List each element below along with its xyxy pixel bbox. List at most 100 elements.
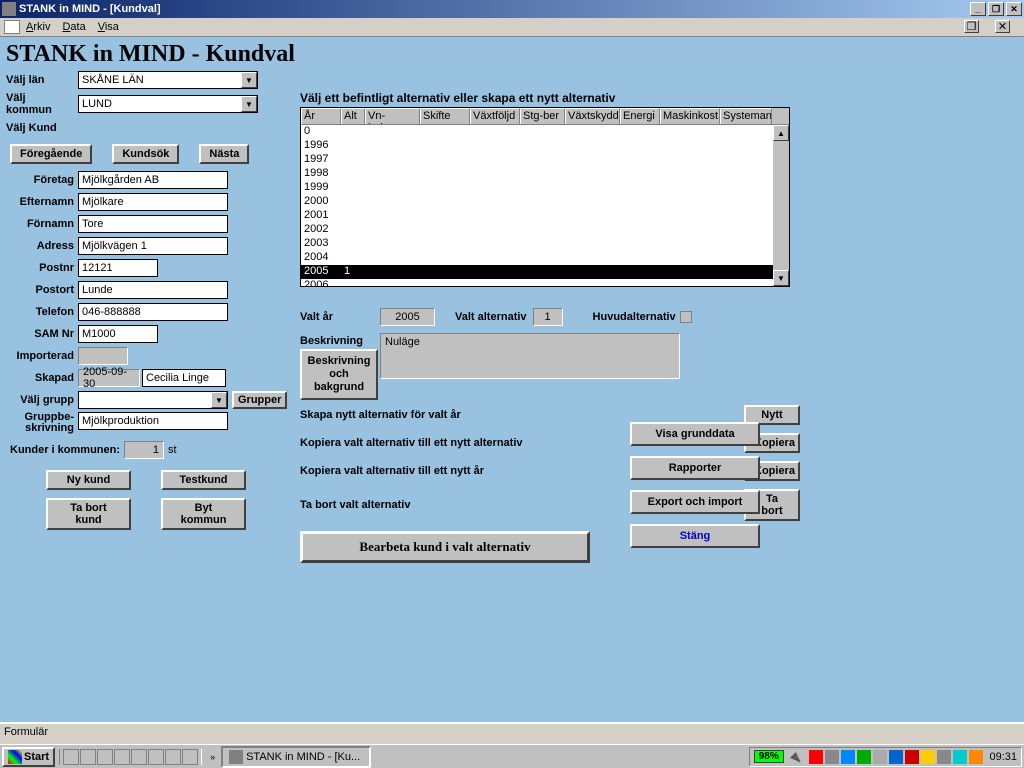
close-button[interactable]: ✕	[1006, 2, 1022, 16]
testkund-button[interactable]: Testkund	[161, 470, 246, 490]
menu-arkiv[interactable]: Arkiv	[26, 21, 50, 33]
table-row[interactable]: 2006	[301, 279, 773, 286]
lan-combo[interactable]: SKÅNE LÄN ▼	[78, 71, 258, 89]
ql-icon[interactable]	[148, 749, 164, 765]
mdi-restore-button[interactable]: ❐	[964, 20, 979, 33]
grid-scrollbar[interactable]: ▲▼	[773, 125, 789, 286]
table-row[interactable]: 0	[301, 125, 773, 139]
byt-kommun-button[interactable]: Byt kommun	[161, 498, 246, 530]
lan-value: SKÅNE LÄN	[79, 73, 241, 87]
visa-grunddata-button[interactable]: Visa grunddata	[630, 422, 760, 446]
export-import-button[interactable]: Export och import	[630, 490, 760, 514]
tray-icon[interactable]	[873, 750, 887, 764]
lan-label: Välj län	[6, 74, 78, 86]
chevron-down-icon[interactable]: ▼	[241, 72, 257, 88]
valt-alt-value: 1	[533, 308, 563, 326]
maximize-button[interactable]: ❐	[988, 2, 1004, 16]
table-row[interactable]: 1998	[301, 167, 773, 181]
tray-icon[interactable]	[953, 750, 967, 764]
kommun-combo[interactable]: LUND ▼	[78, 95, 258, 113]
gruppbeskrivning-field[interactable]	[78, 412, 228, 430]
fornamn-label: Förnamn	[6, 218, 78, 230]
tray-icon[interactable]	[969, 750, 983, 764]
chevron-down-icon[interactable]: ▼	[211, 392, 227, 408]
foretag-field[interactable]	[78, 171, 228, 189]
skapad-date: 2005-09-30	[78, 369, 140, 387]
fornamn-field[interactable]	[78, 215, 228, 233]
table-row[interactable]: 2000	[301, 195, 773, 209]
menu-data[interactable]: Data	[62, 21, 85, 33]
postnr-label: Postnr	[6, 262, 78, 274]
tray-icon[interactable]	[921, 750, 935, 764]
beskrivning-bakgrund-button[interactable]: Beskrivning och bakgrund	[300, 349, 378, 400]
battery-indicator[interactable]: 98%	[754, 750, 784, 763]
tray-icon[interactable]	[841, 750, 855, 764]
year-grid[interactable]: ÅrAltVn-balansSkifteVäxtföljdStg-berVäxt…	[300, 107, 790, 287]
table-row[interactable]: 2004	[301, 251, 773, 265]
table-row[interactable]: 1996	[301, 139, 773, 153]
nasta-button[interactable]: Nästa	[199, 144, 249, 164]
table-row[interactable]: 20051	[301, 265, 773, 279]
table-row[interactable]: 1999	[301, 181, 773, 195]
ql-icon[interactable]	[182, 749, 198, 765]
side-buttons: Visa grunddata Rapporter Export och impo…	[630, 422, 760, 558]
stang-button[interactable]: Stäng	[630, 524, 760, 548]
postnr-field[interactable]	[78, 259, 158, 277]
chevron-down-icon[interactable]: ▼	[241, 96, 257, 112]
bearbeta-button[interactable]: Bearbeta kund i valt alternativ	[300, 531, 590, 563]
tray-icon[interactable]	[889, 750, 903, 764]
ql-icon[interactable]	[63, 749, 79, 765]
importerad-field	[78, 347, 128, 365]
grupper-button[interactable]: Grupper	[232, 391, 287, 409]
menubar: Arkiv Data Visa ❐ ✕	[0, 18, 1024, 37]
efternamn-field[interactable]	[78, 193, 228, 211]
mdi-close-button[interactable]: ✕	[995, 20, 1010, 33]
start-button[interactable]: Start	[2, 747, 55, 767]
kundsok-button[interactable]: Kundsök	[112, 144, 179, 164]
tray-icon[interactable]	[857, 750, 871, 764]
ta-bort-kund-button[interactable]: Ta bort kund	[46, 498, 131, 530]
rapporter-button[interactable]: Rapporter	[630, 456, 760, 480]
table-row[interactable]: 2003	[301, 237, 773, 251]
scroll-up-icon[interactable]: ▲	[773, 125, 789, 141]
tray-icon[interactable]	[937, 750, 951, 764]
minimize-button[interactable]: _	[970, 2, 986, 16]
samnr-field[interactable]	[78, 325, 158, 343]
tray-icon[interactable]	[809, 750, 823, 764]
client-area: STANK in MIND - Kundval Välj län SKÅNE L…	[0, 37, 1024, 722]
ny-kund-button[interactable]: Ny kund	[46, 470, 131, 490]
gruppbeskrivning-label: Gruppbe-skrivning	[6, 412, 78, 434]
chevron-right-icon[interactable]: »	[210, 752, 215, 762]
adress-field[interactable]	[78, 237, 228, 255]
status-text: Formulär	[4, 726, 48, 738]
huvud-checkbox	[680, 311, 692, 323]
table-row[interactable]: 2001	[301, 209, 773, 223]
menu-visa[interactable]: Visa	[98, 21, 119, 33]
windows-icon	[8, 750, 22, 764]
tray-icon[interactable]	[825, 750, 839, 764]
ql-icon[interactable]	[114, 749, 130, 765]
ql-icon[interactable]	[97, 749, 113, 765]
skapad-label: Skapad	[6, 372, 78, 384]
table-row[interactable]: 2002	[301, 223, 773, 237]
grupp-combo[interactable]: ▼	[78, 391, 228, 409]
foregaende-button[interactable]: Föregående	[10, 144, 92, 164]
valt-ar-label: Valt år	[300, 311, 380, 323]
postort-field[interactable]	[78, 281, 228, 299]
skapad-by-field[interactable]	[142, 369, 226, 387]
tray-icon[interactable]	[905, 750, 919, 764]
scroll-down-icon[interactable]: ▼	[773, 270, 789, 286]
importerad-label: Importerad	[6, 350, 78, 362]
valj-kund-label: Välj Kund	[6, 122, 78, 134]
ql-icon[interactable]	[131, 749, 147, 765]
kommun-value: LUND	[79, 97, 241, 111]
table-row[interactable]: 1997	[301, 153, 773, 167]
telefon-label: Telefon	[6, 306, 78, 318]
clock[interactable]: 09:31	[989, 751, 1017, 763]
a1-label: Skapa nytt alternativ för valt år	[300, 409, 744, 421]
taskbar-app-button[interactable]: STANK in MIND - [Ku...	[221, 746, 371, 768]
ql-icon[interactable]	[80, 749, 96, 765]
ql-icon[interactable]	[165, 749, 181, 765]
telefon-field[interactable]	[78, 303, 228, 321]
plug-icon: 🔌	[788, 750, 802, 763]
